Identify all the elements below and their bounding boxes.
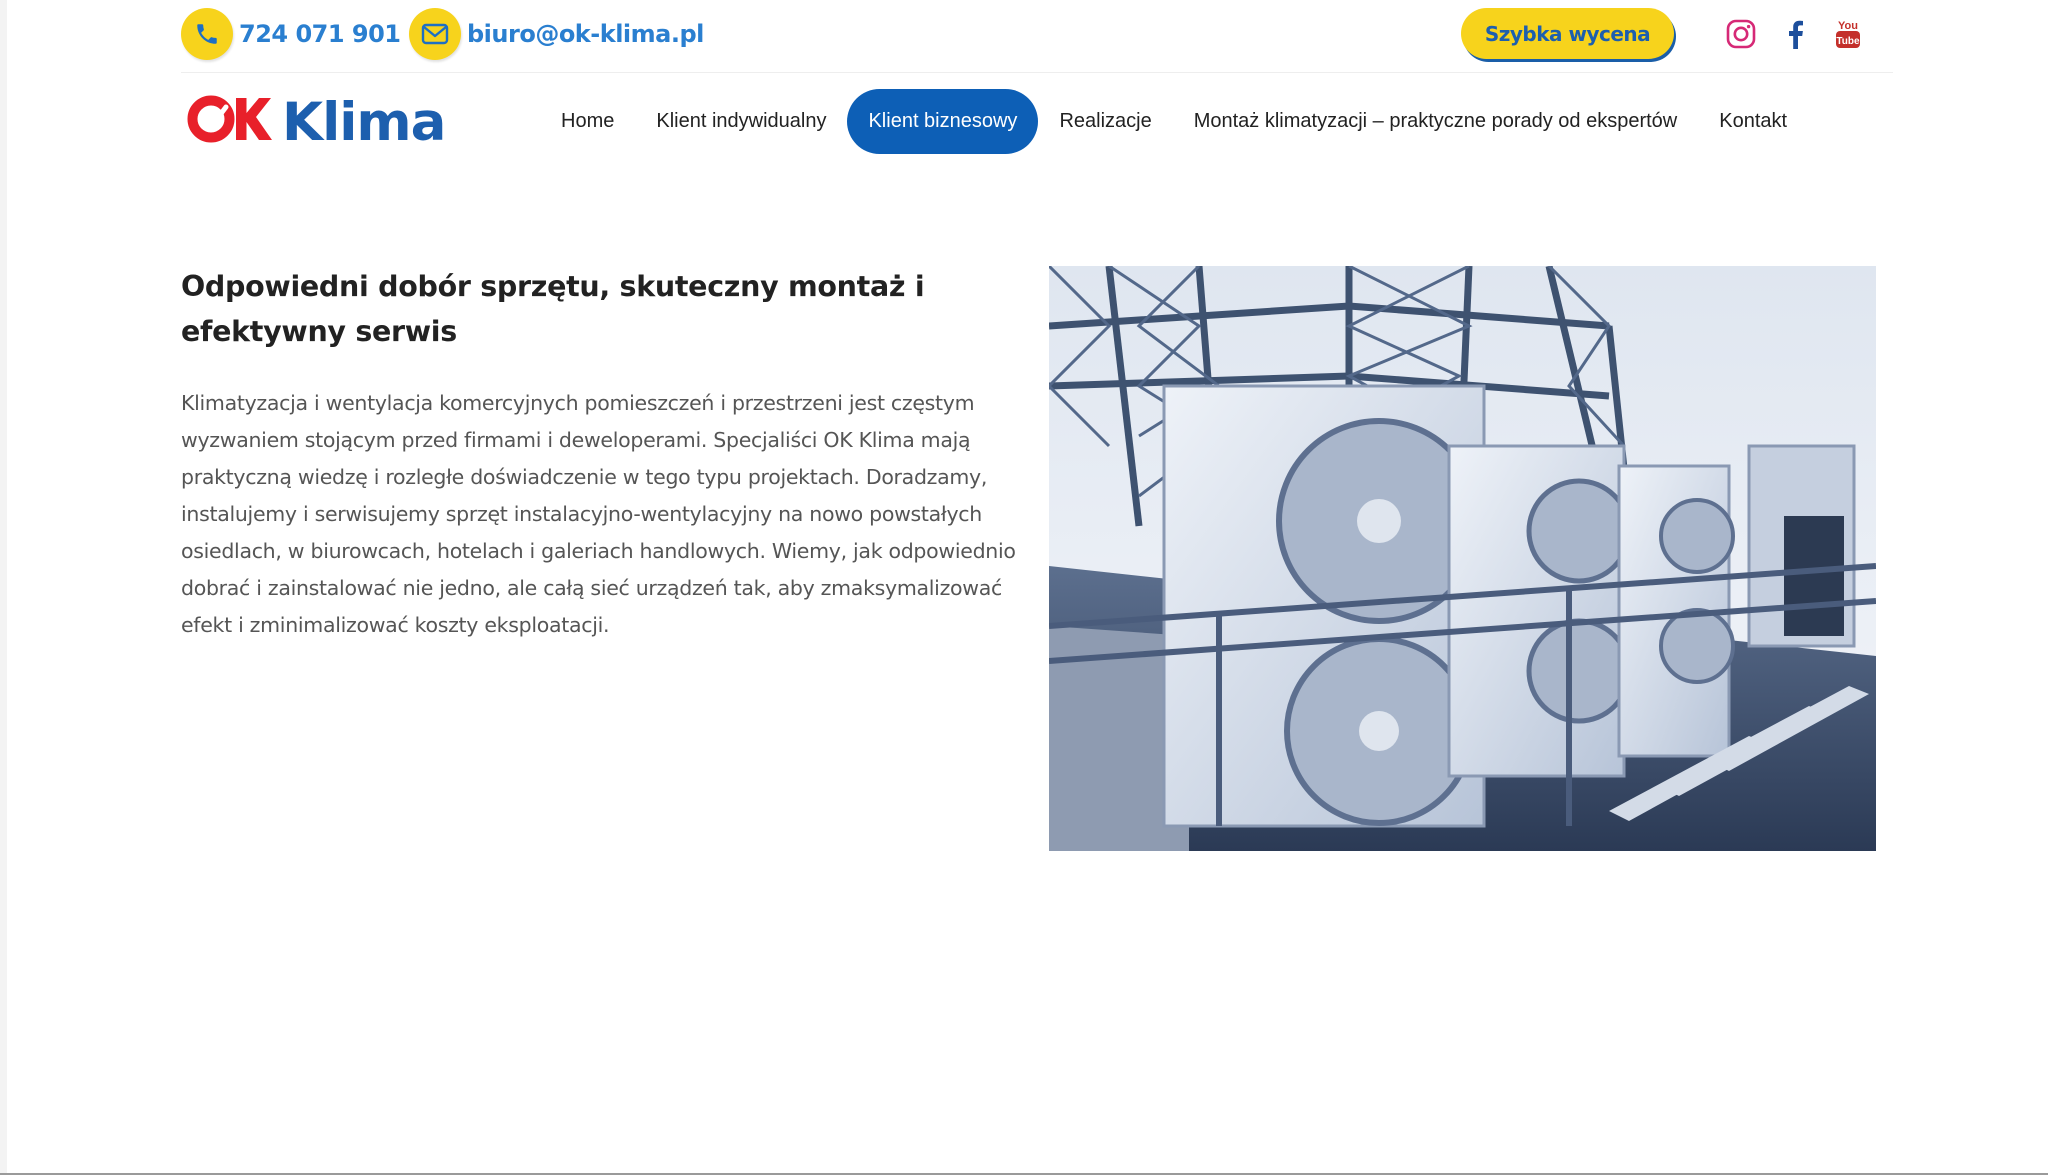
nav-projects[interactable]: Realizacje	[1038, 89, 1172, 154]
nav-installation-tips[interactable]: Montaż klimatyzacji – praktyczne porady …	[1173, 89, 1699, 154]
top-bar: 724 071 901 biuro@ok-klima.pl Szybka wyc…	[0, 0, 2048, 72]
top-bar-divider	[181, 72, 1893, 73]
svg-text:You: You	[1838, 20, 1858, 32]
logo-text: Klima	[282, 92, 445, 148]
logo[interactable]: Klima	[186, 88, 466, 153]
nav-business-client[interactable]: Klient biznesowy	[847, 89, 1039, 154]
email-address: biuro@ok-klima.pl	[467, 20, 704, 48]
envelope-icon	[409, 8, 461, 60]
nav-individual-client[interactable]: Klient indywidualny	[635, 89, 847, 154]
facebook-icon[interactable]	[1777, 16, 1813, 52]
nav-home[interactable]: Home	[540, 89, 635, 154]
phone-number: 724 071 901	[239, 20, 401, 48]
instagram-icon[interactable]	[1723, 16, 1759, 52]
rooftop-ac-units-photo	[1049, 266, 1876, 851]
youtube-icon[interactable]: You Tube	[1830, 16, 1866, 52]
nav-contact[interactable]: Kontakt	[1698, 89, 1808, 154]
email-link[interactable]: biuro@ok-klima.pl	[409, 8, 704, 60]
quick-quote-button[interactable]: Szybka wycena	[1461, 8, 1674, 59]
section-body-text: Klimatyzacja i wentylacja komercyjnych p…	[181, 391, 1016, 637]
section-heading: Odpowiedni dobór sprzętu, skuteczny mont…	[181, 270, 925, 348]
page: 724 071 901 biuro@ok-klima.pl Szybka wyc…	[0, 0, 2048, 1175]
svg-text:Tube: Tube	[1836, 36, 1860, 47]
phone-icon	[181, 8, 233, 60]
window-edge	[0, 0, 7, 1175]
main-navigation: Home Klient indywidualny Klient biznesow…	[540, 89, 1808, 154]
phone-link[interactable]: 724 071 901	[181, 8, 401, 60]
